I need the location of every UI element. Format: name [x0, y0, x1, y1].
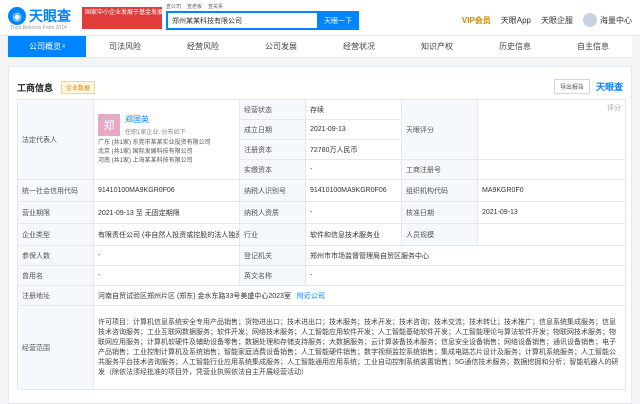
former-name-value: - — [93, 265, 240, 286]
taxpayer-id-label: 纳税人识别号 — [239, 179, 306, 202]
tab-ip[interactable]: 知识产权 — [398, 36, 476, 57]
tab-label: 公司发展 — [265, 42, 297, 51]
rep-name[interactable]: 郑国英 — [125, 114, 186, 125]
tab-history[interactable]: 历史信息 — [476, 36, 554, 57]
info-table: 法定代表人 郑 郑国英 任职1家企业, 分布如下 广东 (共1家) 东莞市某某实… — [17, 99, 626, 390]
logo-subtitle: Trust Records From 2014 — [10, 25, 67, 31]
rep-company-item[interactable]: 北京 (共1家) 国际发展科技有限公司 — [98, 148, 235, 157]
nav-service[interactable]: 天眼企服 — [541, 15, 573, 26]
search-input[interactable]: 郑州某某科技有限公司 — [168, 16, 317, 26]
rep-company-item[interactable]: 河南 (共1家) 上海某某科技有限公司 — [98, 157, 235, 166]
company-type-label: 企业类型 — [17, 223, 94, 246]
scope-value: 许可项目：计算机信息系统安全专用产品销售；货物进出口；技术进出口；技术服务；技术… — [93, 305, 626, 390]
tab-business-risk[interactable]: 经营风险 — [164, 36, 242, 57]
logo[interactable]: ◉ 天眼查 — [8, 6, 71, 26]
est-date-label: 成立日期 — [239, 119, 306, 140]
paid-capital-label: 实缴资本 — [239, 159, 306, 180]
reg-capital-value: 72780万人民币 — [305, 139, 402, 160]
user-menu[interactable]: 海量中心 — [583, 13, 632, 27]
export-report-button[interactable]: 导出报告 — [553, 79, 590, 94]
tab-overview[interactable]: 公司概览 4 — [8, 36, 86, 57]
tab-development[interactable]: 公司发展 — [242, 36, 320, 57]
tab-legal-risk[interactable]: 司法风险 — [86, 36, 164, 57]
tianyan-score-value: 评分 — [477, 99, 626, 160]
rep-company-item[interactable]: 广东 (共1家) 东莞市某某实业投资有限公司 — [98, 139, 235, 148]
address-label: 注册地址 — [17, 285, 94, 306]
panel-title: 工商信息 — [17, 83, 54, 93]
logo-eye-icon: ◉ — [8, 7, 26, 25]
org-code-label: 组织机构代码 — [401, 179, 478, 202]
legal-rep: 郑 郑国英 任职1家企业, 分布如下 — [98, 113, 235, 136]
avatar — [583, 13, 597, 27]
rep-logo: 郑 — [98, 113, 120, 136]
tab-self-info[interactable]: 自主信息 — [554, 36, 632, 57]
staff-size-value — [477, 223, 626, 246]
search-tab-boss[interactable]: 查老板 — [187, 3, 202, 10]
taxpayer-id-value: 91410100MA9KGR0F06 — [305, 179, 402, 202]
tab-label: 经营状况 — [343, 42, 375, 51]
top-bar: ◉ 天眼查 Trust Records From 2014 国家中小企业发展子基… — [0, 0, 640, 36]
scope-label: 经营范围 — [17, 305, 94, 390]
credit-code-label: 统一社会信用代码 — [17, 179, 94, 202]
watermark-logo: 天眼查 — [595, 82, 623, 92]
taxpayer-qual-label: 纳税人资质 — [239, 201, 306, 224]
tab-count: 4 — [62, 43, 65, 50]
data-tag[interactable]: 企业数据 — [61, 81, 96, 94]
search-box: 郑州某某科技有限公司 天眼一下 — [166, 11, 359, 30]
promo-banner[interactable]: 国家中小企业发展子基金发展 查看国家企业信用 — [82, 7, 162, 29]
panel-actions: 导出报告 天眼查 — [553, 79, 623, 94]
status-label: 经营状态 — [239, 99, 306, 120]
logo-text: 天眼查 — [29, 8, 71, 24]
search-tab-relation[interactable]: 查关系 — [208, 3, 223, 10]
former-name-label: 曾用名 — [17, 265, 94, 286]
search-button[interactable]: 天眼一下 — [317, 11, 359, 30]
reg-authority-value: 郑州市市场监督管理局自贸区服务中心 — [305, 245, 626, 266]
tab-label: 知识产权 — [421, 42, 453, 51]
rep-company-list: 广东 (共1家) 东莞市某某实业投资有限公司 北京 (共1家) 国际发展科技有限… — [98, 139, 235, 166]
insured-label: 参保人数 — [17, 245, 94, 266]
biz-reg-value — [477, 159, 626, 180]
tab-label: 自主信息 — [577, 42, 609, 51]
reg-capital-label: 注册资本 — [239, 139, 306, 160]
address-value: 河南自贸试验区郑州片区 (郑东) 金水东路33号美盛中心2023室 — [98, 292, 291, 300]
credit-code-value: 91410100MA9KGR0F06 — [93, 179, 240, 202]
english-name-label: 英文名称 — [239, 265, 306, 286]
tab-operations[interactable]: 经营状况 — [320, 36, 398, 57]
vip-link[interactable]: VIP会员 — [462, 15, 491, 26]
legal-rep-label: 法定代表人 — [17, 99, 94, 180]
user-name: 海量中心 — [600, 15, 632, 25]
insured-value: - — [93, 245, 240, 266]
paid-capital-value: - — [305, 159, 402, 180]
top-right-nav: VIP会员 天眼App 天眼企服 海量中心 — [452, 13, 632, 27]
approve-date-value: 2021-09-13 — [477, 201, 626, 224]
legal-rep-cell: 郑 郑国英 任职1家企业, 分布如下 广东 (共1家) 东莞市某某实业投资有限公… — [93, 99, 240, 180]
search-type-tabs: 查公司 查老板 查关系 — [166, 3, 229, 10]
tab-label: 历史信息 — [499, 42, 531, 51]
company-type-value: 有限责任公司 (非自然人投资或控股的法人独资) — [93, 223, 240, 246]
org-code-value: MA9KGR0F0 — [477, 179, 626, 202]
term-label: 营业期限 — [17, 201, 94, 224]
status-value: 存续 — [305, 99, 402, 120]
industry-value: 软件和信息技术服务业 — [305, 223, 402, 246]
tianyan-score-label: 天眼评分 — [401, 99, 478, 160]
taxpayer-qual-value: - — [305, 201, 402, 224]
tab-label: 司法风险 — [109, 42, 141, 51]
approve-date-label: 核准日期 — [401, 201, 478, 224]
english-name-value: - — [305, 265, 626, 286]
tab-label: 公司概览 — [29, 42, 62, 51]
tab-label: 经营风险 — [187, 42, 219, 51]
biz-reg-label: 工商注册号 — [401, 159, 478, 180]
industry-label: 行业 — [239, 223, 306, 246]
staff-size-label: 人员规模 — [401, 223, 478, 246]
search-tab-company[interactable]: 查公司 — [166, 3, 181, 10]
business-info-panel: 工商信息 企业数据 导出报告 天眼查 法定代表人 郑 郑国英 任职1家企业, 分… — [8, 66, 632, 404]
est-date-value: 2021-09-13 — [305, 119, 402, 140]
address-cell: 河南自贸试验区郑州片区 (郑东) 金水东路33号美盛中心2023室 附近公司 — [93, 285, 626, 306]
rep-subtitle: 任职1家企业, 分布如下 — [125, 129, 186, 136]
nav-app[interactable]: 天眼App — [501, 15, 531, 26]
reg-authority-label: 登记机关 — [239, 245, 306, 266]
section-tabs: 公司概览 4 司法风险 经营风险 公司发展 经营状况 知识产权 历史信息 自主信息 — [8, 36, 632, 58]
term-value: 2021-09-13 至 无固定期限 — [93, 201, 240, 224]
nearby-companies-link[interactable]: 附近公司 — [297, 293, 325, 300]
